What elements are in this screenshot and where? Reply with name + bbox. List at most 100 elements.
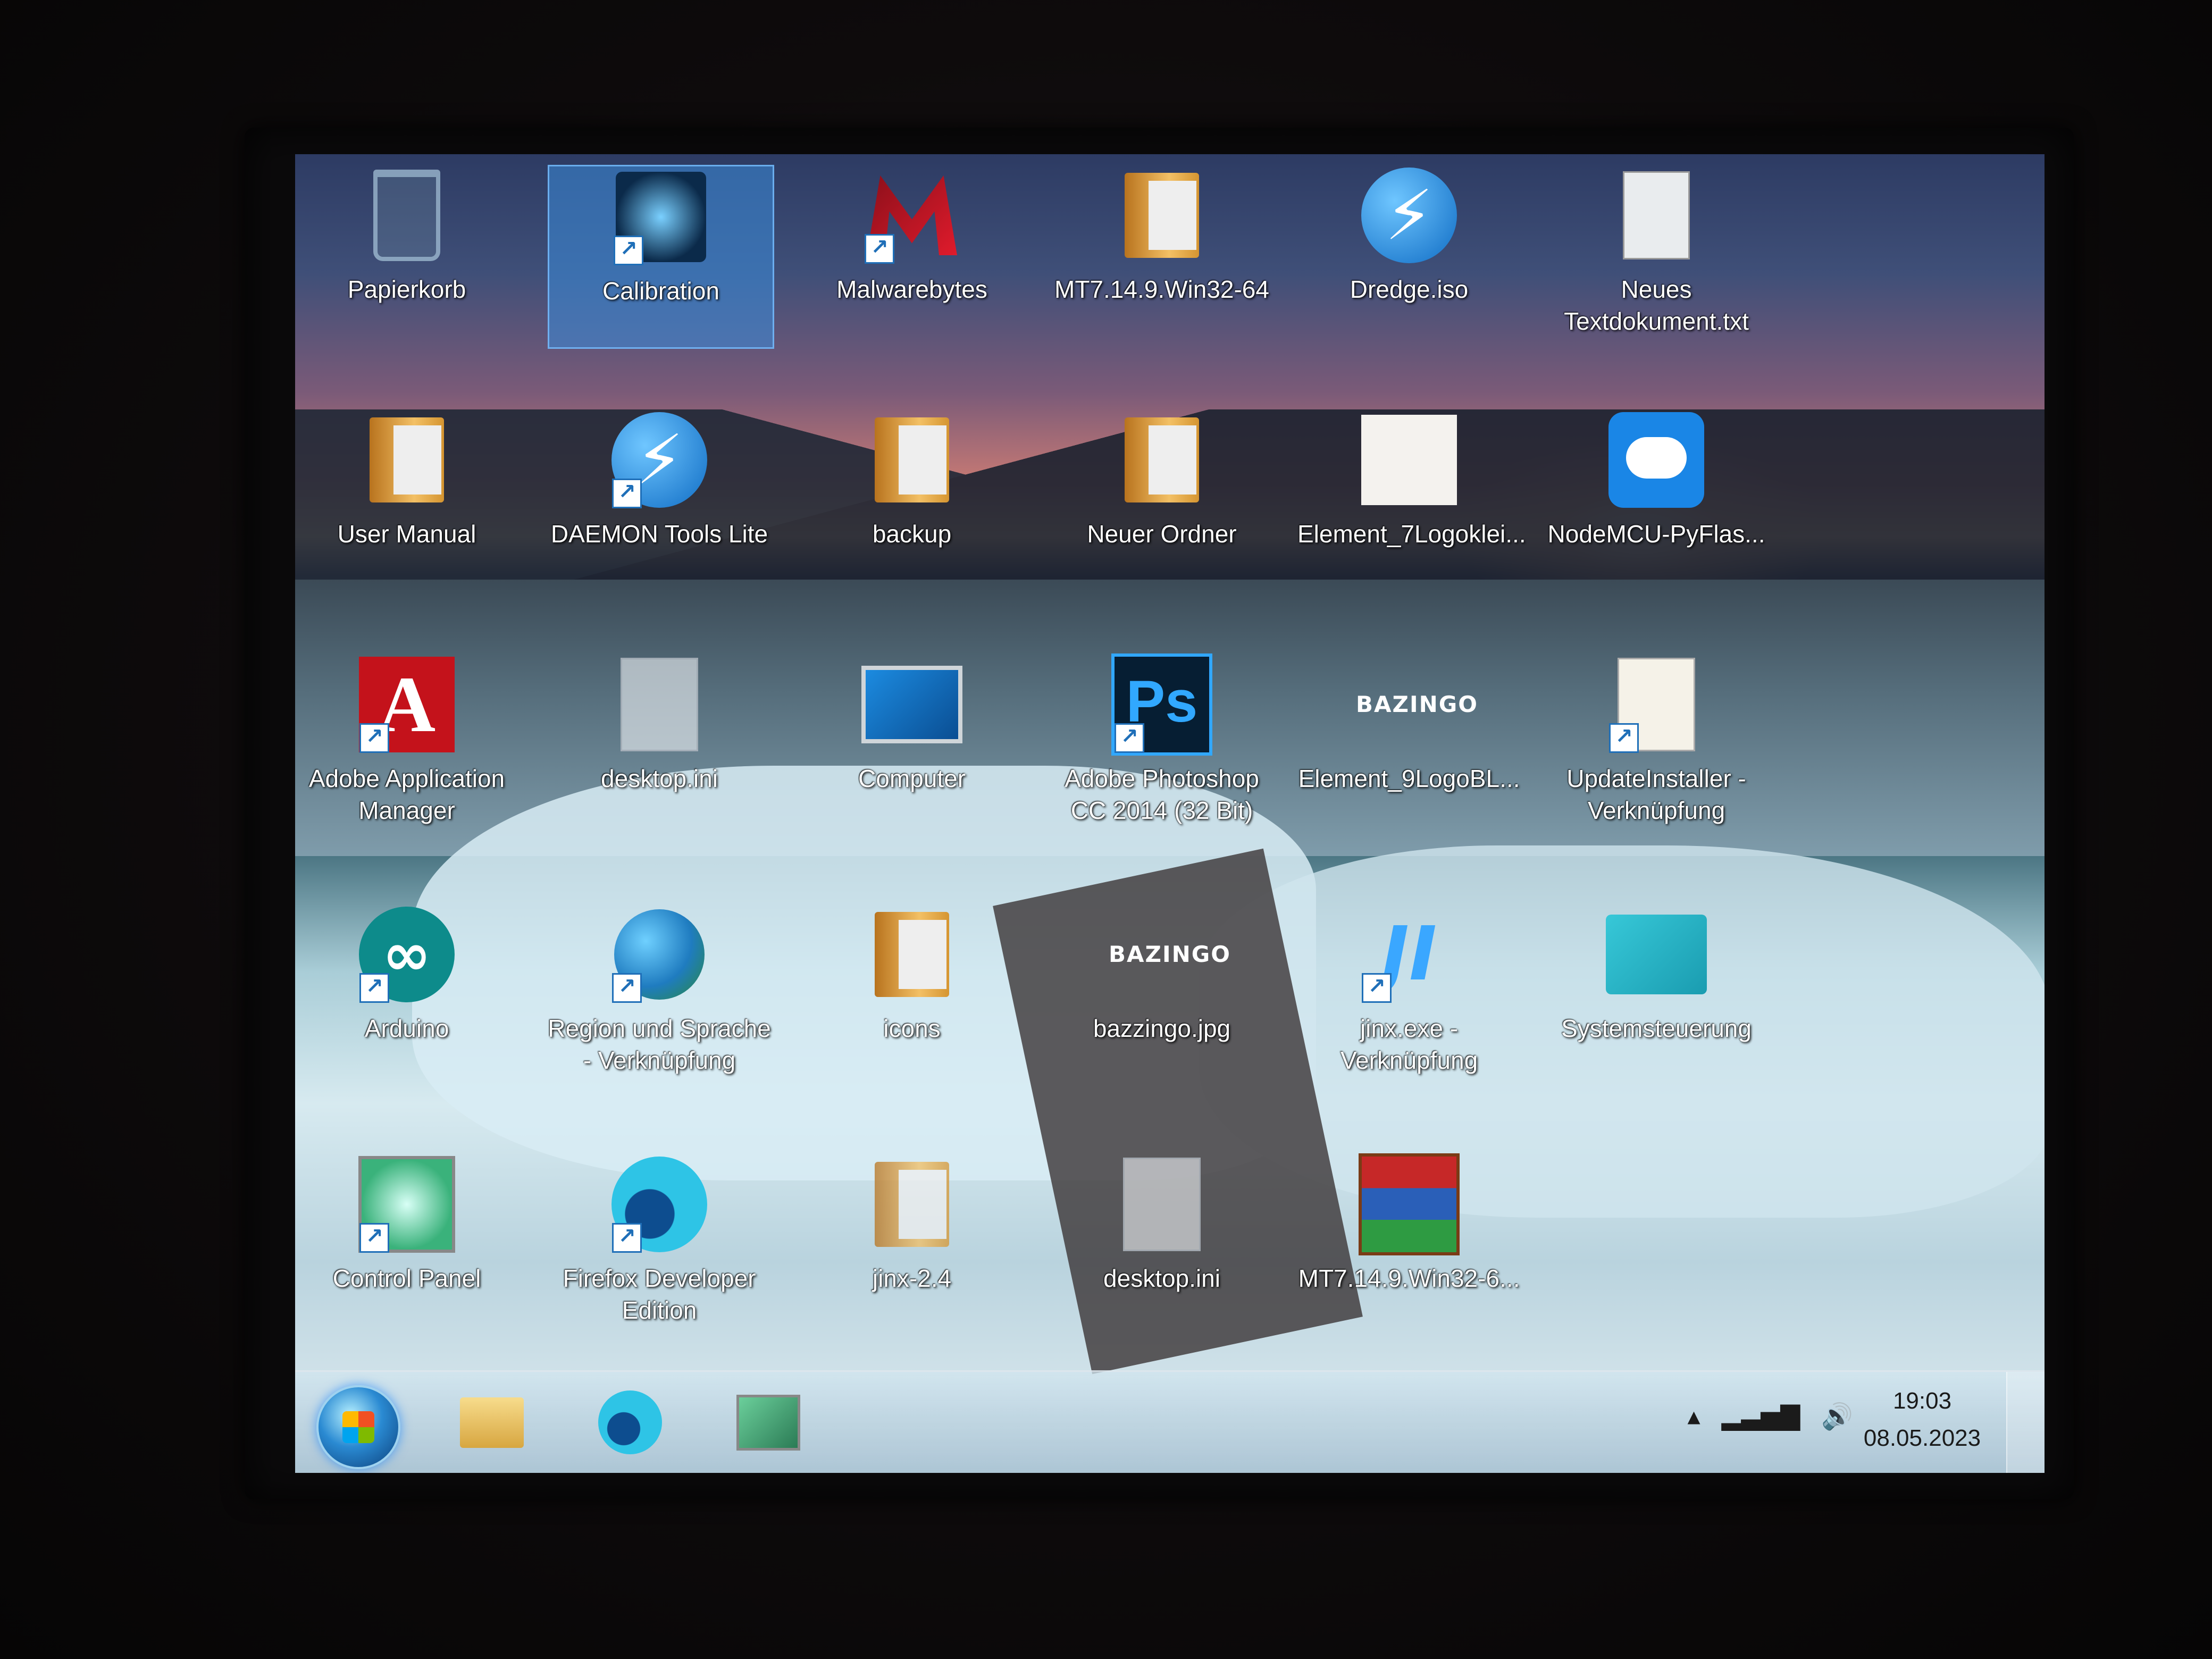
- desktop-icon-desktop-ini-2[interactable]: desktop.ini: [1050, 1154, 1273, 1335]
- folder-icon: [861, 904, 962, 1005]
- winrar-icon: [1359, 1153, 1460, 1255]
- desktop-icon-label: desktop.ini: [601, 765, 718, 792]
- desktop-icon-neuer-ordner[interactable]: Neuer Ordner: [1050, 409, 1273, 590]
- adobe-icon: A ↗: [356, 654, 457, 755]
- desktop-icon-adobe-application-manager[interactable]: A ↗ Adobe Application Manager: [295, 654, 518, 835]
- desktop-icon-label: Systemsteuerung: [1561, 1015, 1752, 1042]
- desktop-icon-photoshop[interactable]: Ps ↗ Adobe Photoshop CC 2014 (32 Bit): [1050, 653, 1273, 835]
- taskbar-firefox-button[interactable]: [593, 1388, 667, 1457]
- desktop-icon-label: Region und Sprache - Verknüpfung: [548, 1015, 771, 1074]
- image-file-icon: BAZINGO: [1109, 941, 1231, 967]
- desktop-icon-jinx-exe[interactable]: JI ↗ jinx.exe - Verknüpfung: [1297, 904, 1521, 1085]
- daemon-tools-icon: ⚡: [1359, 165, 1460, 266]
- desktop-icon-label: Control Panel: [332, 1264, 481, 1292]
- taskbar-clock[interactable]: 19:03 08.05.2023: [1853, 1382, 1991, 1457]
- desktop-icon-dredge-iso[interactable]: ⚡ Dredge.iso: [1297, 165, 1521, 346]
- desktop-icon-label: Firefox Developer Edition: [563, 1264, 756, 1324]
- show-hidden-icons-button[interactable]: ▴: [1687, 1401, 1700, 1431]
- desktop-icon-mt7-winrar[interactable]: MT7.14.9.Win32-6...: [1297, 1153, 1521, 1335]
- desktop-icon-malwarebytes[interactable]: ↗ Malwarebytes: [800, 165, 1024, 346]
- desktop-icon-label: Neuer Ordner: [1087, 520, 1237, 548]
- desktop-icon-arduino[interactable]: ∞ ↗ Arduino: [295, 904, 518, 1085]
- image-file-icon: [1359, 409, 1460, 510]
- volume-icon[interactable]: 🔊: [1821, 1401, 1853, 1431]
- shortcut-arrow-icon: ↗: [614, 236, 643, 265]
- desktop-icon-calibration[interactable]: ↗ Calibration: [548, 165, 774, 349]
- start-button[interactable]: [316, 1385, 400, 1469]
- desktop-icon-label: Malwarebytes: [836, 275, 987, 303]
- desktop-icon-label: Neues Textdokument.txt: [1564, 275, 1749, 335]
- shortcut-arrow-icon: ↗: [1362, 973, 1392, 1003]
- desktop-icon-mt7-folder[interactable]: MT7.14.9.Win32-64: [1050, 165, 1273, 346]
- folder-icon: [1111, 165, 1212, 266]
- globe-clock-icon: ↗: [609, 904, 710, 1005]
- clock-date: 08.05.2023: [1863, 1425, 1981, 1451]
- taskbar-control-panel-button[interactable]: [731, 1388, 806, 1457]
- folder-icon: [861, 409, 962, 510]
- desktop-icon-desktop-ini[interactable]: desktop.ini: [548, 654, 771, 835]
- desktop-icon-user-manual[interactable]: User Manual: [295, 409, 518, 590]
- clock-time: 19:03: [1892, 1388, 1952, 1414]
- image-file-icon: BAZINGO: [1356, 691, 1478, 717]
- folder-icon: [861, 1154, 962, 1255]
- desktop-icon-region-und-sprache[interactable]: ↗ Region und Sprache - Verknüpfung: [548, 904, 771, 1085]
- folder-icon: [1111, 409, 1212, 510]
- control-panel-icon: ↗: [356, 1154, 457, 1255]
- pdf-folder-icon: [356, 409, 457, 510]
- shortcut-arrow-icon: ↗: [612, 973, 642, 1003]
- recycle-bin-icon: [356, 165, 457, 266]
- desktop-icon-nodemcu[interactable]: NodeMCU-PyFlas...: [1545, 409, 1768, 590]
- desktop-icon-bazzingo[interactable]: BAZINGO bazzingo.jpg: [1050, 904, 1273, 1085]
- desktop-icon-label: Papierkorb: [347, 275, 466, 303]
- shortcut-arrow-icon: ↗: [1115, 723, 1144, 753]
- desktop-icon-jinx-folder[interactable]: jinx-2.4: [800, 1154, 1024, 1335]
- desktop-icon-computer[interactable]: Computer: [800, 654, 1024, 835]
- show-desktop-button[interactable]: [2006, 1372, 2045, 1473]
- malwarebytes-icon: ↗: [861, 165, 962, 266]
- ini-file-icon: [609, 654, 710, 755]
- system-tray: ▴ ▂▃▅▇ 🔊: [1687, 1401, 1853, 1431]
- control-panel-icon: [736, 1394, 800, 1451]
- desktop-icon-firefox-developer[interactable]: ↗ Firefox Developer Edition: [548, 1154, 771, 1335]
- folder-icon: [460, 1397, 524, 1448]
- desktop-icon-label: desktop.ini: [1103, 1264, 1220, 1292]
- shortcut-arrow-icon: ↗: [612, 1223, 642, 1253]
- desktop-icon-label: Element_7Logoklei...: [1297, 520, 1526, 548]
- nodemcu-icon: [1606, 409, 1707, 510]
- desktop-icon-control-panel[interactable]: ↗ Control Panel: [295, 1154, 518, 1335]
- taskbar: ▴ ▂▃▅▇ 🔊 19:03 08.05.2023: [295, 1370, 2045, 1473]
- desktop-icon-label: Adobe Photoshop CC 2014 (32 Bit): [1065, 765, 1259, 824]
- windows-logo-icon: [342, 1411, 374, 1443]
- installer-icon: ↗: [1606, 654, 1707, 755]
- desktop-icon-textdokument[interactable]: Neues Textdokument.txt: [1545, 165, 1768, 346]
- desktop-icon-label: MT7.14.9.Win32-64: [1054, 275, 1269, 303]
- ini-file-icon: [1111, 1154, 1212, 1255]
- desktop-icon-backup[interactable]: backup: [800, 409, 1024, 590]
- network-signal-icon[interactable]: ▂▃▅▇: [1722, 1401, 1800, 1431]
- desktop-icon-label: jinx.exe - Verknüpfung: [1340, 1015, 1478, 1074]
- desktop-icon-label: NodeMCU-PyFlas...: [1547, 520, 1765, 548]
- jinx-icon: JI ↗: [1359, 904, 1460, 1005]
- desktop-icon-daemon-tools[interactable]: ⚡ ↗ DAEMON Tools Lite: [548, 409, 771, 590]
- desktop-icon-papierkorb[interactable]: Papierkorb: [295, 165, 518, 346]
- shortcut-arrow-icon: ↗: [865, 234, 894, 264]
- desktop-icon-label: jinx-2.4: [872, 1264, 952, 1292]
- desktop-screen[interactable]: Papierkorb ↗ Calibration ↗ Malwarebytes …: [295, 154, 2045, 1473]
- shortcut-arrow-icon: ↗: [612, 479, 642, 508]
- firefox-developer-icon: ↗: [609, 1154, 710, 1255]
- desktop-icon-systemsteuerung[interactable]: Systemsteuerung: [1545, 904, 1768, 1085]
- taskbar-explorer-button[interactable]: [455, 1388, 529, 1457]
- shortcut-arrow-icon: ↗: [1609, 723, 1639, 753]
- desktop-icon-updateinstaller[interactable]: ↗ UpdateInstaller - Verknüpfung: [1545, 654, 1768, 835]
- desktop-icon-label: Dredge.iso: [1350, 275, 1469, 303]
- desktop-icon-label: UpdateInstaller - Verknüpfung: [1566, 765, 1746, 824]
- desktop-icon-element9[interactable]: BAZINGO Element_9LogoBL...: [1297, 654, 1521, 835]
- daemon-tools-icon: ⚡ ↗: [609, 409, 710, 510]
- text-document-icon: [1606, 165, 1707, 266]
- desktop-icon-label: Computer: [858, 765, 966, 792]
- desktop-icon-icons-folder[interactable]: icons: [800, 904, 1024, 1085]
- shortcut-arrow-icon: ↗: [359, 723, 389, 753]
- shortcut-arrow-icon: ↗: [359, 1223, 389, 1253]
- desktop-icon-element7[interactable]: Element_7Logoklei...: [1297, 409, 1526, 590]
- desktop-icon-label: Calibration: [602, 277, 719, 305]
